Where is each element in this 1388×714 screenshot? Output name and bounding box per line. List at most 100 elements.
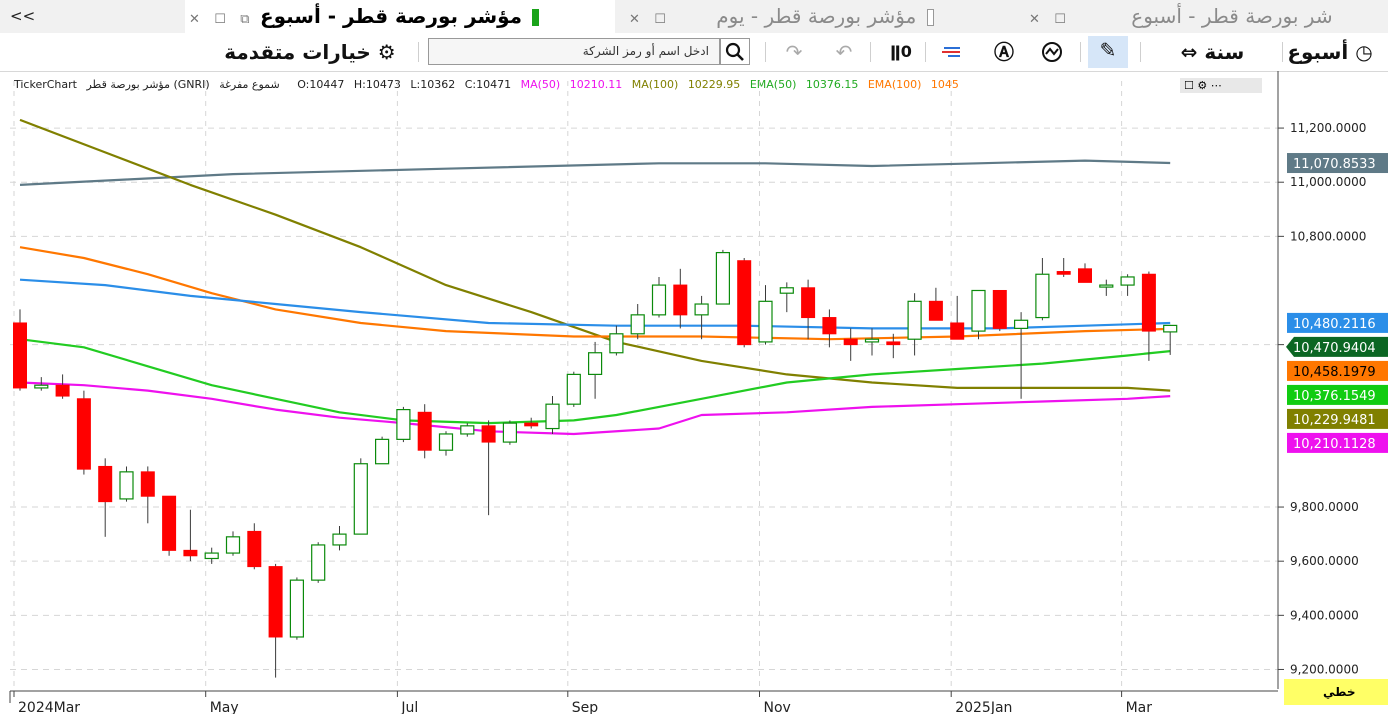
candle-body-up (1120, 276, 1135, 286)
candle-body-down (247, 530, 262, 568)
price-chart[interactable]: 9,200.0000 9,400.0000 9,600.0000 9,800.0000… (0, 71, 1388, 714)
divider (765, 42, 766, 62)
x-tick-label: 2025Jan (955, 700, 1012, 714)
alert-icon[interactable]: Ⓐ (990, 38, 1018, 66)
candle-body-up (971, 289, 986, 332)
x-tick-label: May (210, 700, 239, 714)
gear-icon: ⚙ (377, 40, 396, 64)
tab-scroll-button[interactable]: << (10, 0, 50, 33)
candle-style-icon[interactable]: ǁ0 (887, 38, 915, 66)
candle-body-down (737, 260, 752, 346)
advanced-options-button[interactable]: خيارات متقدمة ⚙ (210, 38, 410, 66)
candle-body-down (417, 411, 432, 451)
candle-body-down (162, 495, 177, 551)
candle-body-down (481, 425, 496, 443)
tab-bar: << ✕ ☐ ⧉ مؤشر بورصة قطر - أسبوع ✕ ☐ مؤشر… (0, 0, 1388, 34)
candle-body-up (119, 471, 134, 500)
candle-body-up (353, 463, 368, 535)
indicators-icon[interactable] (938, 38, 966, 66)
x-tick-label: Nov (764, 700, 791, 714)
advanced-options-label: خيارات متقدمة (224, 40, 371, 64)
candle-body-up (502, 422, 517, 443)
candle-body-down (13, 322, 27, 389)
close-icon[interactable]: ✕ (1029, 12, 1040, 27)
maximize-icon[interactable]: ☐ (1054, 12, 1066, 27)
candle-body-up (758, 300, 773, 343)
divider (1080, 42, 1081, 62)
candle-body-down (1056, 271, 1071, 275)
candle-body-down (1141, 273, 1156, 332)
candle-body-up (715, 251, 731, 305)
candle-body-up (225, 536, 241, 554)
candle-body-down (801, 287, 816, 319)
price-badge-label: 10,480.2116 (1293, 317, 1376, 332)
candle-body-down (822, 317, 837, 335)
candle-body-up (545, 403, 560, 430)
candle-body-down (268, 566, 283, 638)
candle-body-up (375, 438, 390, 465)
drawing-tools-button[interactable]: ✎ (1088, 36, 1128, 68)
candle-body-down (76, 398, 91, 470)
candle-body-up (34, 384, 49, 389)
redo-icon[interactable]: ↷ (780, 38, 808, 66)
pen-icon: ✎ (1099, 38, 1117, 62)
maximize-icon[interactable]: ☐ (214, 12, 226, 27)
price-badge-label: 10,229.9481 (1293, 413, 1376, 428)
detach-icon[interactable]: ⧉ (240, 12, 249, 27)
candle-body-down (524, 422, 539, 427)
candle-body-down (1078, 268, 1092, 283)
close-icon[interactable]: ✕ (189, 12, 200, 27)
y-tick-label: 9,800.0000 (1290, 500, 1359, 514)
x-tick-label: Jul (400, 700, 418, 714)
clock-icon: ◷ (1355, 40, 1373, 64)
compare-icon[interactable] (1038, 38, 1066, 66)
candle-body-up (1099, 284, 1114, 288)
candle-body-up (204, 552, 219, 560)
search-icon (725, 42, 744, 61)
price-badge-label: 10,210.1128 (1293, 437, 1376, 452)
candle-body-up (289, 579, 304, 638)
candle-body-down (928, 300, 943, 321)
tab-index-week[interactable]: ✕ ☐ ⧉ مؤشر بورصة قطر - أسبوع (185, 0, 615, 33)
candle-body-up (609, 333, 624, 354)
candle-body-up (438, 433, 454, 451)
candle-body-up (1035, 273, 1050, 319)
undo-icon[interactable]: ↶ (830, 38, 858, 66)
search-button[interactable] (720, 38, 750, 65)
tab-index-day[interactable]: ✕ ☐ مؤشر بورصة قطر - يوم (625, 0, 1020, 33)
y-tick-label: 10,800.0000 (1290, 229, 1366, 243)
price-badge-label: 11,070.8533 (1293, 157, 1376, 172)
candle-body-up (311, 544, 326, 581)
candle-body-up (566, 373, 581, 405)
candle-body-down (98, 465, 113, 503)
candle-body-down (992, 289, 1007, 329)
divider (925, 42, 926, 62)
price-badge-label: 10,458.1979 (1293, 365, 1376, 380)
candle-body-up (694, 303, 709, 316)
maximize-icon[interactable]: ☐ (654, 12, 666, 27)
candle-body-up (332, 533, 347, 546)
company-search-input[interactable]: ادخل اسم أو رمز الشركة (428, 38, 720, 65)
tab-title: مؤشر بورصة قطر - أسبوع (259, 4, 523, 28)
y-tick-label: 9,200.0000 (1290, 662, 1359, 676)
candle-body-down (886, 341, 901, 346)
price-badge-label: 10,376.1549 (1293, 389, 1376, 404)
candle-body-up (1163, 324, 1178, 333)
x-tick-label: Sep (572, 700, 599, 714)
candle-body-down (843, 338, 858, 346)
candle-body-up (630, 314, 645, 335)
candle-body-up (396, 408, 411, 440)
link-icon: ⇔ (1180, 40, 1198, 64)
tab-color-indicator (532, 9, 540, 26)
tab-index-week-2[interactable]: ✕ ☐ شر بورصة قطر - أسبوع (1025, 0, 1388, 33)
candle-body-up (1013, 319, 1029, 329)
candle-body-down (55, 384, 70, 397)
period-selector[interactable]: ⇔ سنة (1150, 38, 1275, 66)
candle-body-up (864, 338, 880, 343)
tab-title: مؤشر بورصة قطر - يوم (716, 4, 917, 28)
y-tick-label: 11,000.0000 (1290, 175, 1366, 189)
interval-selector[interactable]: أسبوع ◷ (1272, 38, 1388, 66)
price-badge-label: 10,470.9404 (1293, 341, 1376, 356)
close-icon[interactable]: ✕ (629, 12, 640, 27)
scale-type-label: خطي (1323, 685, 1355, 699)
